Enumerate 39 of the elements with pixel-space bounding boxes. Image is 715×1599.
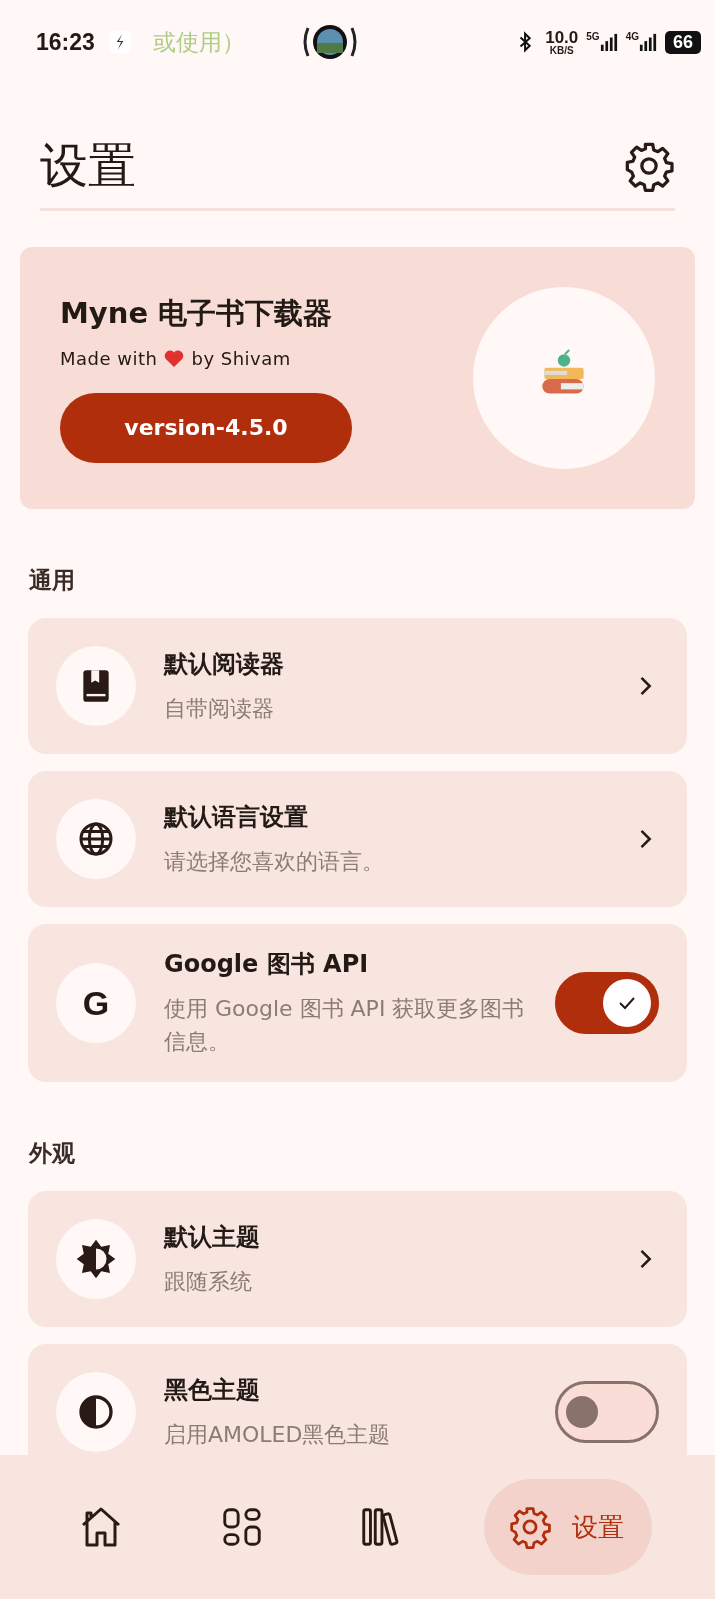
setting-description: 请选择您喜欢的语言。 bbox=[164, 847, 385, 876]
tagline-text: by Shivam bbox=[191, 347, 291, 369]
brightness-icon bbox=[75, 1238, 117, 1280]
setting-title: 黑色主题 bbox=[164, 1374, 261, 1406]
signal-icon bbox=[599, 31, 618, 53]
setting-description: 跟随系统 bbox=[164, 1267, 253, 1296]
setting-title: Google 图书 API bbox=[164, 949, 370, 980]
nav-tab[interactable]: 设置 bbox=[484, 1479, 653, 1575]
settings-row[interactable]: G Google 图书 API 使用 Google 图书 API 获取更多图书信息。 bbox=[28, 924, 687, 1082]
setting-description: 使用 Google 图书 API 获取更多图书信息。 bbox=[164, 995, 526, 1056]
signal-icon bbox=[638, 31, 657, 53]
network-label: 5G bbox=[586, 31, 600, 42]
settings-row[interactable]: 默认语言设置 请选择您喜欢的语言。 bbox=[28, 771, 687, 907]
settings-row[interactable]: 黑色主题 启用AMOLED黑色主题 bbox=[28, 1344, 687, 1455]
section-title: 通用 bbox=[29, 566, 76, 595]
tagline-text: Made with bbox=[60, 347, 158, 369]
battery-indicator: 66 bbox=[664, 30, 701, 54]
letter-icon: G bbox=[82, 983, 110, 1023]
network-label: 4G bbox=[625, 31, 639, 42]
setting-title: 默认主题 bbox=[164, 1221, 261, 1253]
section-title: 外观 bbox=[29, 1139, 76, 1168]
setting-description: 启用AMOLED黑色主题 bbox=[164, 1420, 392, 1449]
heart-icon bbox=[163, 348, 186, 368]
speed-unit: KB/S bbox=[549, 45, 574, 56]
bolt-app-icon bbox=[108, 31, 131, 53]
setting-title: 默认阅读器 bbox=[164, 648, 285, 680]
settings-row[interactable]: 默认主题 跟随系统 bbox=[28, 1191, 687, 1327]
setting-description: 自带阅读器 bbox=[164, 694, 275, 723]
notification-text: 或使用） bbox=[152, 27, 245, 57]
settings-icon bbox=[508, 1505, 553, 1549]
network-speed: 10.0 bbox=[545, 28, 579, 46]
settings-row[interactable]: 默认阅读器 自带阅读器 bbox=[28, 618, 687, 754]
app-name: Myne 电子书下载器 bbox=[60, 294, 334, 332]
setting-title: 默认语言设置 bbox=[164, 801, 309, 833]
status-time: 16:23 bbox=[36, 28, 95, 56]
version-button[interactable]: version-4.5.0 bbox=[60, 392, 352, 463]
contrast-icon bbox=[76, 1392, 116, 1432]
settings-icon[interactable] bbox=[623, 140, 675, 192]
page-title: 设置 bbox=[40, 136, 136, 195]
